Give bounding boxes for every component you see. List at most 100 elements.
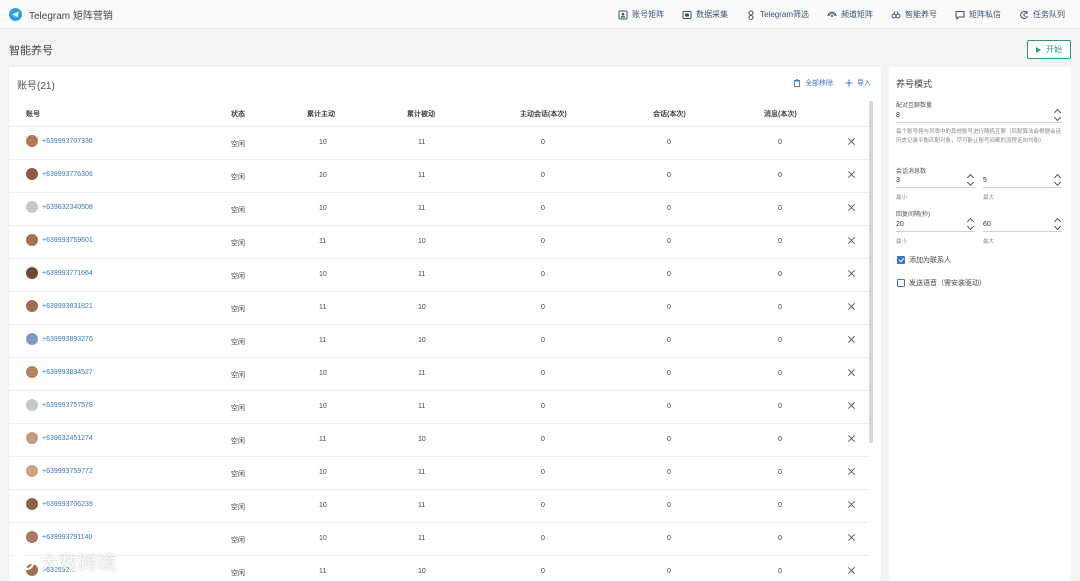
- session-cell: 0: [667, 370, 671, 377]
- accounts-actions: 全部移除 导入: [781, 78, 871, 88]
- avatar: [26, 465, 38, 477]
- messages-cell: 0: [778, 139, 782, 146]
- remove-row-close-icon[interactable]: [847, 236, 857, 246]
- account-link[interactable]: +639993757578: [26, 399, 93, 411]
- start-button[interactable]: 开始: [1027, 40, 1071, 59]
- account-link[interactable]: +639993831821: [26, 300, 93, 312]
- remove-row-close-icon[interactable]: [847, 335, 857, 345]
- status-cell: 空闲: [231, 174, 245, 181]
- account-link[interactable]: +639993893276: [26, 333, 93, 345]
- message-min-input[interactable]: 3: [896, 175, 975, 188]
- reply-interval-label: 回复间隔(秒): [896, 212, 930, 218]
- nav-telegram-filter[interactable]: Telegram筛选: [737, 0, 818, 29]
- remove-row-close-icon[interactable]: [847, 170, 857, 180]
- pair-count-stepper-icon[interactable]: [1054, 108, 1062, 122]
- account-link[interactable]: +639993834527: [26, 366, 93, 378]
- remove-row-close-icon[interactable]: [847, 302, 857, 312]
- session-cell: 0: [667, 469, 671, 476]
- passive-total-cell: 11: [418, 139, 426, 146]
- message-max-value: 5: [983, 177, 987, 184]
- active-total-cell: 11: [319, 436, 327, 443]
- table-row: +639993707336 空闲 10 11 0 0 0: [9, 127, 869, 160]
- remove-row-close-icon[interactable]: [847, 434, 857, 444]
- column-header-session: 会话(本次): [653, 111, 686, 118]
- remove-row-close-icon[interactable]: [847, 500, 857, 510]
- message-min-value: 3: [896, 177, 900, 184]
- nav-channel-matrix[interactable]: 频道矩阵: [818, 0, 882, 29]
- table-row: +639632340508 空闲 10 11 0 0 0: [9, 193, 869, 226]
- message-max-stepper-icon[interactable]: [1054, 173, 1062, 187]
- table-scrollbar[interactable]: [869, 101, 873, 443]
- remove-row-close-icon[interactable]: [847, 368, 857, 378]
- column-header-active-session: 主动会话(本次): [520, 111, 567, 118]
- account-link[interactable]: +639632451274: [26, 432, 93, 444]
- import-button[interactable]: 导入: [845, 78, 871, 88]
- account-link[interactable]: +639993791140: [26, 531, 92, 543]
- passive-total-cell: 11: [418, 205, 426, 212]
- interval-max-input[interactable]: 60: [983, 219, 1062, 232]
- channel-icon: [827, 11, 837, 17]
- account-link[interactable]: +639993771664: [26, 267, 93, 279]
- status-cell: 空闲: [231, 141, 245, 148]
- table-row: +639993776306 空闲 10 11 0 0 0: [9, 160, 869, 193]
- status-cell: 空闲: [231, 438, 245, 445]
- account-link[interactable]: +639993759772: [26, 465, 93, 477]
- messages-cell: 0: [778, 502, 782, 509]
- account-link[interactable]: +639993706239: [26, 498, 93, 510]
- avatar: [26, 300, 38, 312]
- interval-min-stepper-icon[interactable]: [967, 217, 975, 231]
- messages-cell: 0: [778, 403, 782, 410]
- interval-min-input[interactable]: 20: [896, 219, 975, 232]
- status-cell: 空闲: [231, 372, 245, 379]
- account-link[interactable]: +639993776306: [26, 168, 93, 180]
- active-total-cell: 10: [319, 469, 327, 476]
- account-link[interactable]: +639993759601: [26, 234, 93, 246]
- pair-note: 每个账号将与列表中的其他账号进行随机互聊（匹配算法会根据会话历史记录平衡匹配对象…: [896, 129, 1062, 144]
- remove-row-close-icon[interactable]: [847, 467, 857, 477]
- avatar: [26, 399, 38, 411]
- message-min-stepper-icon[interactable]: [967, 173, 975, 187]
- nav-data-collect[interactable]: 数据采集: [673, 0, 737, 29]
- nav-matrix-message[interactable]: 矩阵私信: [946, 0, 1010, 29]
- account-number: +639993776306: [42, 170, 93, 178]
- remove-row-close-icon[interactable]: [847, 269, 857, 279]
- remove-row-close-icon[interactable]: [847, 401, 857, 411]
- add-contact-checkbox[interactable]: 添加为联系人: [897, 255, 951, 265]
- remove-row-close-icon[interactable]: [847, 566, 857, 576]
- accounts-title: 账号(21): [17, 81, 55, 92]
- trash-icon: [794, 79, 800, 87]
- nav-smart-nurture[interactable]: 智能养号: [882, 0, 946, 29]
- avatar: [26, 168, 38, 180]
- send-voice-checkbox[interactable]: 发送语音（需安装驱动）: [897, 278, 986, 288]
- account-number: +639993707336: [42, 137, 93, 145]
- account-link[interactable]: +639632340508: [26, 201, 93, 213]
- status-cell: 空闲: [231, 306, 245, 313]
- send-voice-label: 发送语音（需安装驱动）: [909, 280, 986, 287]
- session-cell: 0: [667, 238, 671, 245]
- status-cell: 空闲: [231, 504, 245, 511]
- nav-task-queue[interactable]: 任务队列: [1010, 0, 1074, 29]
- passive-total-cell: 11: [418, 403, 426, 410]
- messages-cell: 0: [778, 337, 782, 344]
- message-max-input[interactable]: 5: [983, 175, 1062, 188]
- session-cell: 0: [667, 337, 671, 344]
- messages-cell: 0: [778, 304, 782, 311]
- pair-count-input[interactable]: 8: [896, 110, 1062, 123]
- remove-row-close-icon[interactable]: [847, 137, 857, 147]
- pair-count-label: 配对互聊数量: [896, 103, 933, 109]
- account-link[interactable]: +639993707336: [26, 135, 93, 147]
- nav-account-matrix[interactable]: 账号矩阵: [609, 0, 673, 29]
- remove-row-close-icon[interactable]: [847, 533, 857, 543]
- remove-all-button[interactable]: 全部移除: [793, 78, 833, 88]
- active-total-cell: 10: [319, 139, 327, 146]
- table-row: +639993706239 空闲 10 11 0 0 0: [9, 490, 869, 523]
- brand: Telegram 矩阵营销: [9, 7, 113, 22]
- account-number: +639993834527: [42, 368, 93, 376]
- avatar: [26, 498, 38, 510]
- checkbox-checked-icon: [897, 256, 905, 264]
- passive-total-cell: 11: [418, 172, 426, 179]
- remove-row-close-icon[interactable]: [847, 203, 857, 213]
- interval-max-stepper-icon[interactable]: [1054, 217, 1062, 231]
- account-number: +639993791140: [42, 533, 93, 541]
- account-number: +639993757578: [42, 401, 93, 409]
